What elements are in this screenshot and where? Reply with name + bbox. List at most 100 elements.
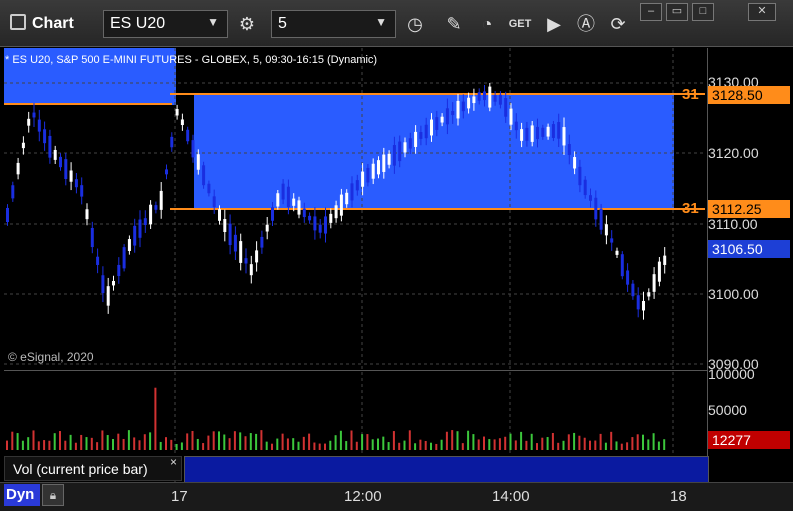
- volume-bar-68: [366, 434, 369, 450]
- volume-bar-102: [546, 437, 549, 450]
- volume-bar-48: [260, 430, 263, 450]
- candle-body-11: [64, 159, 68, 180]
- volume-bar-58: [313, 442, 316, 450]
- price-label-3100: 3100.00: [708, 286, 759, 302]
- volume-bar-84: [451, 430, 454, 450]
- volume-bar-60: [324, 443, 326, 450]
- candle-body-7: [43, 129, 47, 144]
- volume-bar-124: [663, 439, 666, 450]
- volume-bar-15: [85, 437, 88, 450]
- volume-study-bar: [184, 456, 709, 483]
- volume-bar-103: [551, 432, 554, 450]
- candle-body-107: [573, 157, 577, 169]
- price-label-3110: 3110.00: [708, 216, 758, 232]
- candle-body-119: [636, 295, 640, 310]
- volume-bar-43: [233, 431, 236, 450]
- candle-body-74: [398, 141, 402, 162]
- candle-body-23: [127, 239, 131, 252]
- candle-body-34: [186, 129, 190, 142]
- volume-bar-97: [520, 431, 523, 450]
- candle-body-88: [472, 96, 476, 104]
- candle-body-5: [32, 112, 36, 118]
- candle-body-100: [536, 126, 539, 140]
- volume-bar-100: [536, 443, 538, 450]
- volume-bar-49: [265, 441, 268, 450]
- upper-level-tag: 3128.50: [708, 86, 790, 104]
- copyright-text: © eSignal, 2020: [8, 350, 94, 364]
- candle-body-65: [350, 183, 354, 201]
- candle-body-67: [361, 171, 365, 187]
- volume-bar-0: [6, 440, 8, 450]
- candle-body-106: [567, 144, 571, 155]
- candle-body-59: [318, 224, 322, 233]
- candle-body-33: [180, 119, 184, 126]
- candle-body-110: [589, 195, 592, 201]
- candle-body-19: [106, 286, 110, 306]
- candle-body-58: [313, 216, 317, 231]
- volume-bar-105: [562, 440, 565, 450]
- volume-bar-29: [159, 441, 162, 450]
- candle-body-83: [445, 108, 449, 125]
- candle-body-32: [175, 109, 179, 116]
- volume-bar-81: [435, 443, 438, 450]
- volume-bar-20: [112, 438, 114, 450]
- candle-body-17: [96, 256, 100, 265]
- volume-bar-107: [573, 432, 576, 450]
- volume-bar-67: [361, 434, 364, 450]
- volume-bar-24: [133, 437, 136, 450]
- candle-body-31: [170, 136, 174, 148]
- volume-bar-121: [647, 439, 650, 450]
- candle-body-89: [477, 92, 481, 101]
- candle-body-78: [419, 132, 423, 139]
- volume-bar-98: [525, 440, 528, 450]
- candle-body-21: [117, 264, 121, 277]
- volume-bar-25: [138, 440, 141, 450]
- volume-bar-95: [509, 433, 512, 450]
- volume-bar-32: [175, 443, 178, 450]
- volume-bar-90: [483, 436, 485, 450]
- volume-bar-31: [170, 439, 173, 450]
- volume-bar-108: [578, 435, 581, 450]
- volume-bar-41: [223, 434, 226, 450]
- volume-bar-9: [53, 433, 56, 450]
- volume-bar-45: [244, 436, 247, 450]
- candle-body-61: [329, 213, 333, 223]
- volume-bar-30: [165, 437, 167, 450]
- candle-body-71: [382, 154, 386, 172]
- candle-body-80: [430, 119, 433, 136]
- volume-bar-122: [652, 433, 655, 450]
- lock-icon[interactable]: 🔒︎: [42, 484, 64, 506]
- volume-bar-23: [127, 430, 130, 450]
- volume-bar-70: [377, 438, 379, 450]
- candle-body-41: [223, 219, 227, 232]
- candle-body-101: [541, 127, 545, 137]
- candle-body-98: [525, 127, 529, 141]
- volume-bar-54: [292, 438, 295, 450]
- upper-level-label: 31: [682, 86, 699, 103]
- candle-body-56: [302, 208, 306, 218]
- candle-body-37: [202, 165, 206, 186]
- volume-bar-99: [530, 433, 533, 450]
- volume-bar-96: [514, 440, 517, 450]
- candle-body-20: [112, 280, 115, 286]
- volume-bar-12: [69, 434, 72, 450]
- candle-body-95: [509, 108, 513, 125]
- volume-bar-7: [43, 440, 46, 450]
- candle-body-77: [414, 131, 418, 147]
- volume-bar-73: [392, 431, 395, 450]
- candle-body-52: [281, 183, 285, 200]
- candle-body-118: [631, 283, 635, 297]
- candle-body-96: [514, 121, 518, 131]
- volume-study-label[interactable]: Vol (current price bar): [4, 456, 182, 481]
- candle-body-64: [345, 192, 349, 205]
- time-label-1400: 14:00: [492, 488, 530, 505]
- volume-bar-14: [80, 434, 83, 450]
- volume-bar-120: [642, 434, 644, 450]
- volume-bar-51: [276, 438, 279, 450]
- candle-body-70: [377, 160, 380, 175]
- volume-bar-39: [212, 431, 215, 450]
- close-study-icon[interactable]: ×: [170, 455, 177, 469]
- dynamic-button[interactable]: Dyn: [4, 484, 40, 506]
- volume-bar-119: [636, 434, 639, 450]
- volume-bar-93: [498, 438, 501, 450]
